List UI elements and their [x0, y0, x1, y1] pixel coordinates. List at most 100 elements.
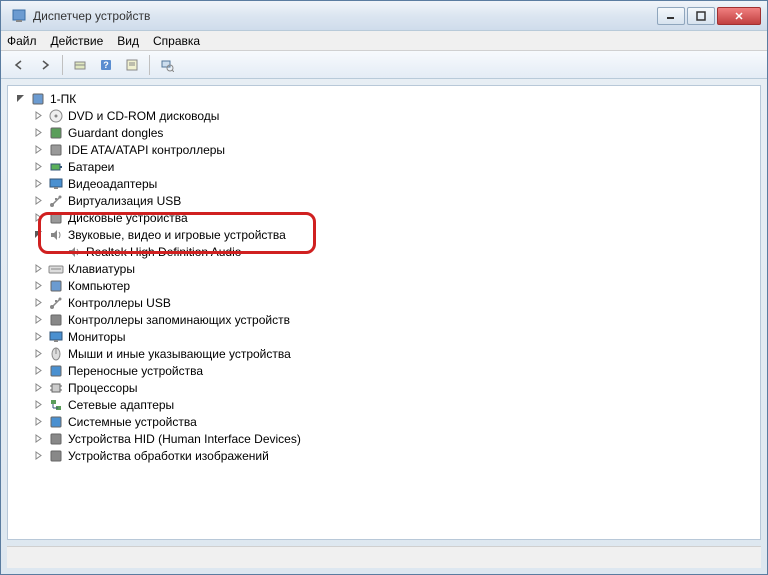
- statusbar: [7, 546, 761, 568]
- tree-item[interactable]: Системные устройства: [8, 413, 760, 430]
- maximize-button[interactable]: [687, 7, 715, 25]
- tree-item-label: Дисковые устройства: [68, 211, 188, 225]
- tree-item-label: Компьютер: [68, 279, 130, 293]
- usb-icon: [48, 295, 64, 311]
- dongle-icon: [48, 125, 64, 141]
- tree-item[interactable]: Контроллеры запоминающих устройств: [8, 311, 760, 328]
- minimize-button[interactable]: [657, 7, 685, 25]
- expander-closed-icon[interactable]: [32, 433, 44, 445]
- expander-closed-icon[interactable]: [32, 127, 44, 139]
- scan-button[interactable]: [155, 54, 179, 76]
- tree-item-label: Процессоры: [68, 381, 138, 395]
- tree-item-label: Звуковые, видео и игровые устройства: [68, 228, 286, 242]
- tree-item-label: Системные устройства: [68, 415, 197, 429]
- disc-icon: [48, 108, 64, 124]
- tree-view[interactable]: 1-ПК DVD и CD-ROM дисководы Guardant dongl…: [7, 85, 761, 540]
- titlebar[interactable]: Диспетчер устройств: [1, 1, 767, 31]
- tree-item-label: Виртуализация USB: [68, 194, 181, 208]
- menu-help[interactable]: Справка: [153, 34, 200, 48]
- tree-root-item[interactable]: 1-ПК: [8, 90, 760, 107]
- tree-item-label: Видеоадаптеры: [68, 177, 157, 191]
- expander-closed-icon[interactable]: [32, 178, 44, 190]
- tree-item-label: Контроллеры USB: [68, 296, 171, 310]
- ide-icon: [48, 142, 64, 158]
- tree-item[interactable]: Сетевые адаптеры: [8, 396, 760, 413]
- imaging-icon: [48, 448, 64, 464]
- expander-closed-icon[interactable]: [32, 314, 44, 326]
- expander-closed-icon[interactable]: [32, 144, 44, 156]
- app-icon: [11, 8, 27, 24]
- tree-item-label: Клавиатуры: [68, 262, 135, 276]
- tree-root-label: 1-ПК: [50, 92, 76, 106]
- tree-item[interactable]: Устройства обработки изображений: [8, 447, 760, 464]
- tree-item[interactable]: Звуковые, видео и игровые устройства: [8, 226, 760, 243]
- battery-icon: [48, 159, 64, 175]
- tree-item[interactable]: Компьютер: [8, 277, 760, 294]
- expander-closed-icon[interactable]: [50, 246, 62, 258]
- tree-item[interactable]: Процессоры: [8, 379, 760, 396]
- hid-icon: [48, 431, 64, 447]
- tree-item[interactable]: Мониторы: [8, 328, 760, 345]
- tree-item-label: Устройства обработки изображений: [68, 449, 269, 463]
- expander-open-icon[interactable]: [32, 229, 44, 241]
- tree-item[interactable]: Клавиатуры: [8, 260, 760, 277]
- expander-closed-icon[interactable]: [32, 450, 44, 462]
- expander-closed-icon[interactable]: [32, 280, 44, 292]
- tree-item[interactable]: Переносные устройства: [8, 362, 760, 379]
- network-icon: [48, 397, 64, 413]
- tree-item[interactable]: Дисковые устройства: [8, 209, 760, 226]
- tree-item-label: Guardant dongles: [68, 126, 163, 140]
- expander-open-icon[interactable]: [14, 93, 26, 105]
- tree-item[interactable]: Контроллеры USB: [8, 294, 760, 311]
- keyboard-icon: [48, 261, 64, 277]
- expander-closed-icon[interactable]: [32, 110, 44, 122]
- close-button[interactable]: [717, 7, 761, 25]
- expander-closed-icon[interactable]: [32, 348, 44, 360]
- back-button[interactable]: [7, 54, 31, 76]
- tree-item[interactable]: DVD и CD-ROM дисководы: [8, 107, 760, 124]
- disk-icon: [48, 210, 64, 226]
- monitor-icon: [48, 329, 64, 345]
- tree-item[interactable]: Guardant dongles: [8, 124, 760, 141]
- display-icon: [48, 176, 64, 192]
- tree-item[interactable]: IDE ATA/ATAPI контроллеры: [8, 141, 760, 158]
- properties-button[interactable]: [120, 54, 144, 76]
- tree-item-label: Контроллеры запоминающих устройств: [68, 313, 290, 327]
- expander-closed-icon[interactable]: [32, 416, 44, 428]
- forward-button[interactable]: [33, 54, 57, 76]
- expander-closed-icon[interactable]: [32, 297, 44, 309]
- window-title: Диспетчер устройств: [33, 9, 657, 23]
- expander-closed-icon[interactable]: [32, 161, 44, 173]
- tree-item[interactable]: Батареи: [8, 158, 760, 175]
- tree-item-label: DVD и CD-ROM дисководы: [68, 109, 219, 123]
- tree-item-label: Батареи: [68, 160, 114, 174]
- tree-item[interactable]: Мыши и иные указывающие устройства: [8, 345, 760, 362]
- menu-view[interactable]: Вид: [117, 34, 139, 48]
- expander-closed-icon[interactable]: [32, 399, 44, 411]
- tree-item-label: Мыши и иные указывающие устройства: [68, 347, 291, 361]
- expander-closed-icon[interactable]: [32, 263, 44, 275]
- expander-closed-icon[interactable]: [32, 212, 44, 224]
- tree-item[interactable]: Видеоадаптеры: [8, 175, 760, 192]
- tree-item-label: IDE ATA/ATAPI контроллеры: [68, 143, 225, 157]
- expander-closed-icon[interactable]: [32, 382, 44, 394]
- tree-item[interactable]: Виртуализация USB: [8, 192, 760, 209]
- tree-item[interactable]: Устройства HID (Human Interface Devices): [8, 430, 760, 447]
- tree-item-label: Мониторы: [68, 330, 125, 344]
- cpu-icon: [48, 380, 64, 396]
- tree-item-label: Устройства HID (Human Interface Devices): [68, 432, 301, 446]
- computer-icon: [48, 278, 64, 294]
- help-button[interactable]: ?: [94, 54, 118, 76]
- toolbar: ?: [1, 51, 767, 79]
- tree-item[interactable]: Realtek High Definition Audio: [8, 243, 760, 260]
- show-hidden-button[interactable]: [68, 54, 92, 76]
- expander-closed-icon[interactable]: [32, 365, 44, 377]
- sound-icon: [48, 227, 64, 243]
- system-icon: [48, 414, 64, 430]
- svg-text:?: ?: [103, 60, 109, 70]
- expander-closed-icon[interactable]: [32, 195, 44, 207]
- usb-virt-icon: [48, 193, 64, 209]
- expander-closed-icon[interactable]: [32, 331, 44, 343]
- menu-action[interactable]: Действие: [51, 34, 104, 48]
- menu-file[interactable]: Файл: [7, 34, 37, 48]
